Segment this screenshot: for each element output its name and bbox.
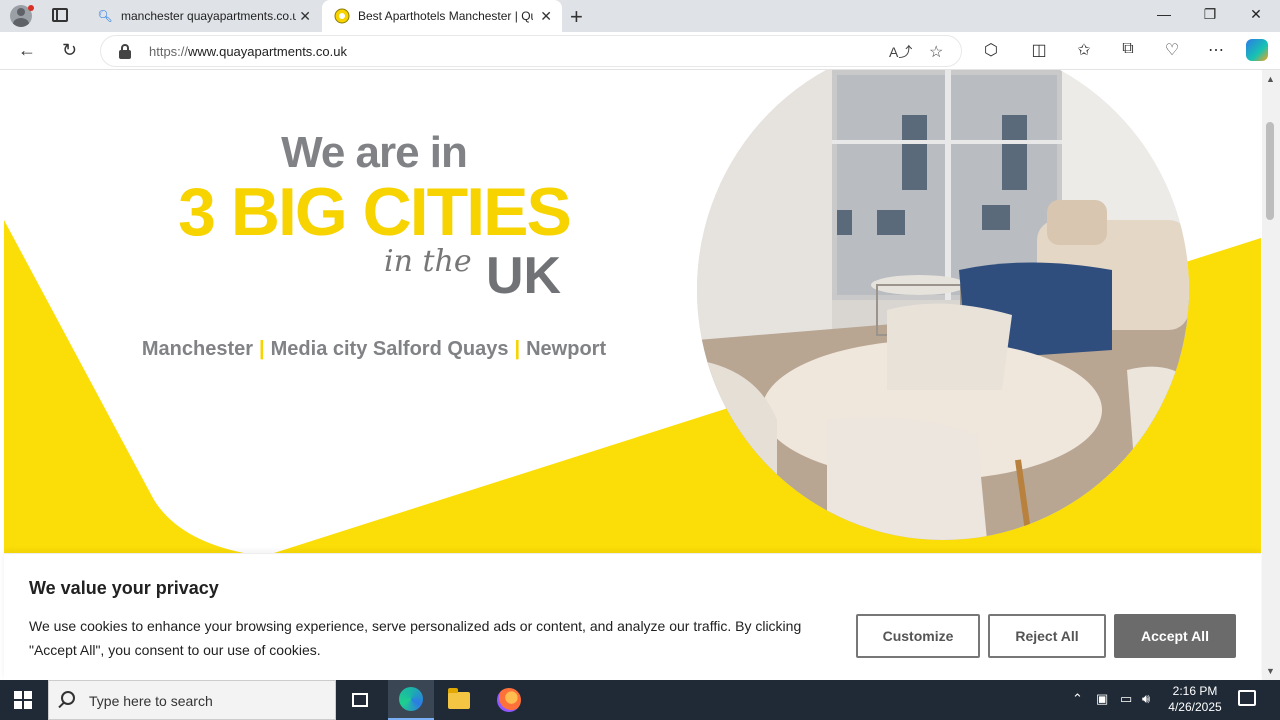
customize-button[interactable]: Customize bbox=[856, 614, 980, 658]
edge-icon bbox=[399, 687, 423, 711]
windows-taskbar: Type here to search ⌃ ▣ ▭ 🔊︎ 2:16 PM 4/2… bbox=[0, 680, 1280, 720]
title-bar: 🔍︎ manchester quayapartments.co.uk ✕ Bes… bbox=[0, 0, 1280, 32]
collections-icon[interactable]: ⧉ bbox=[1116, 40, 1140, 58]
city-separator: | bbox=[259, 338, 265, 360]
new-tab-button[interactable]: + bbox=[570, 4, 583, 30]
start-button[interactable] bbox=[14, 691, 32, 709]
folder-icon bbox=[448, 687, 470, 709]
device-icon[interactable]: ▣ bbox=[1096, 691, 1108, 707]
extensions-icon[interactable]: ⬡ bbox=[979, 40, 1003, 60]
tab-label: manchester quayapartments.co.uk bbox=[121, 9, 296, 23]
task-view-button[interactable] bbox=[337, 680, 383, 720]
refresh-button[interactable]: ↻ bbox=[62, 40, 77, 61]
firefox-icon bbox=[497, 688, 521, 712]
cities-list: Manchester | Media city Salford Quays | Newp… bbox=[4, 338, 744, 361]
task-view-icon bbox=[352, 693, 368, 707]
copilot-icon[interactable] bbox=[1246, 39, 1268, 61]
restore-button[interactable]: ❐ bbox=[1187, 6, 1233, 23]
city-newport: Newport bbox=[526, 338, 607, 360]
clock-time: 2:16 PM bbox=[1172, 684, 1218, 698]
taskbar-firefox[interactable] bbox=[486, 680, 532, 720]
taskbar-edge[interactable] bbox=[388, 680, 434, 720]
hero-heading-line2: 3 BIG CITIES bbox=[178, 174, 572, 250]
taskbar-file-explorer[interactable] bbox=[436, 680, 482, 720]
scrollbar-thumb[interactable] bbox=[1266, 122, 1274, 220]
url-text[interactable]: https://www.quayapartments.co.uk bbox=[149, 44, 347, 59]
back-button[interactable]: ← bbox=[18, 40, 36, 61]
hero-heading-uk: UK bbox=[486, 247, 562, 305]
volume-icon[interactable]: 🔊︎ bbox=[1142, 691, 1150, 707]
tab-search[interactable]: 🔍︎ manchester quayapartments.co.uk ✕ bbox=[85, 0, 321, 32]
web-page: We are in 3 BIG CITIES in the UK Manches… bbox=[0, 70, 1280, 680]
notification-dot bbox=[28, 5, 34, 11]
site-favicon-icon bbox=[334, 8, 350, 24]
address-bar[interactable]: https://www.quayapartments.co.uk A⤴ ☆ bbox=[100, 35, 962, 67]
search-icon bbox=[61, 691, 75, 705]
hero-banner: We are in 3 BIG CITIES in the UK Manches… bbox=[4, 70, 1261, 553]
scroll-down-icon[interactable]: ▼ bbox=[1266, 666, 1275, 676]
city-separator: | bbox=[514, 338, 521, 360]
split-screen-icon[interactable]: ◫ bbox=[1027, 40, 1051, 60]
taskbar-search[interactable]: Type here to search bbox=[48, 680, 336, 720]
cookie-banner: We value your privacy We use cookies to … bbox=[4, 553, 1261, 680]
system-clock[interactable]: 2:16 PM 4/26/2025 bbox=[1166, 683, 1224, 715]
more-menu-icon[interactable]: ⋯ bbox=[1204, 40, 1228, 60]
clock-date: 4/26/2025 bbox=[1168, 700, 1222, 714]
close-window-button[interactable]: ✕ bbox=[1233, 6, 1279, 23]
tab-actions-icon[interactable] bbox=[52, 8, 68, 22]
notification-center-icon[interactable] bbox=[1238, 690, 1256, 706]
show-hidden-icons-icon[interactable]: ⌃ bbox=[1072, 691, 1083, 707]
network-icon[interactable]: ▭ bbox=[1120, 691, 1132, 707]
hero-heading-line1: We are in bbox=[281, 128, 468, 177]
cookie-title: We value your privacy bbox=[29, 578, 219, 598]
scroll-up-icon[interactable]: ▲ bbox=[1266, 74, 1275, 84]
read-aloud-icon[interactable]: A⤴ bbox=[889, 42, 912, 62]
reject-all-button[interactable]: Reject All bbox=[988, 614, 1106, 658]
cookie-text: We use cookies to enhance your browsing … bbox=[29, 618, 802, 658]
tab-label: Best Aparthotels Manchester | Qu bbox=[358, 9, 533, 23]
minimize-button[interactable]: — bbox=[1141, 6, 1187, 22]
favorite-star-icon[interactable]: ☆ bbox=[929, 42, 943, 62]
search-icon: 🔍︎ bbox=[97, 9, 113, 23]
city-manchester: Manchester bbox=[141, 338, 254, 360]
tab-active[interactable]: Best Aparthotels Manchester | Qu ✕ bbox=[322, 0, 562, 32]
taskbar-search-placeholder: Type here to search bbox=[89, 693, 213, 709]
lock-icon[interactable] bbox=[119, 44, 131, 59]
close-tab-icon[interactable]: ✕ bbox=[540, 8, 552, 25]
city-salford-quays: Media city Salford Quays bbox=[270, 338, 509, 360]
browser-essentials-icon[interactable]: ♡ bbox=[1160, 40, 1184, 60]
page-scrollbar[interactable]: ▲ ▼ bbox=[1262, 70, 1280, 680]
accept-all-button[interactable]: Accept All bbox=[1114, 614, 1236, 658]
hero-heading-script: in the bbox=[384, 244, 472, 279]
favorites-icon[interactable]: ✩ bbox=[1072, 40, 1096, 60]
yellow-shape-left bbox=[4, 220, 244, 553]
close-tab-icon[interactable]: ✕ bbox=[299, 8, 311, 25]
